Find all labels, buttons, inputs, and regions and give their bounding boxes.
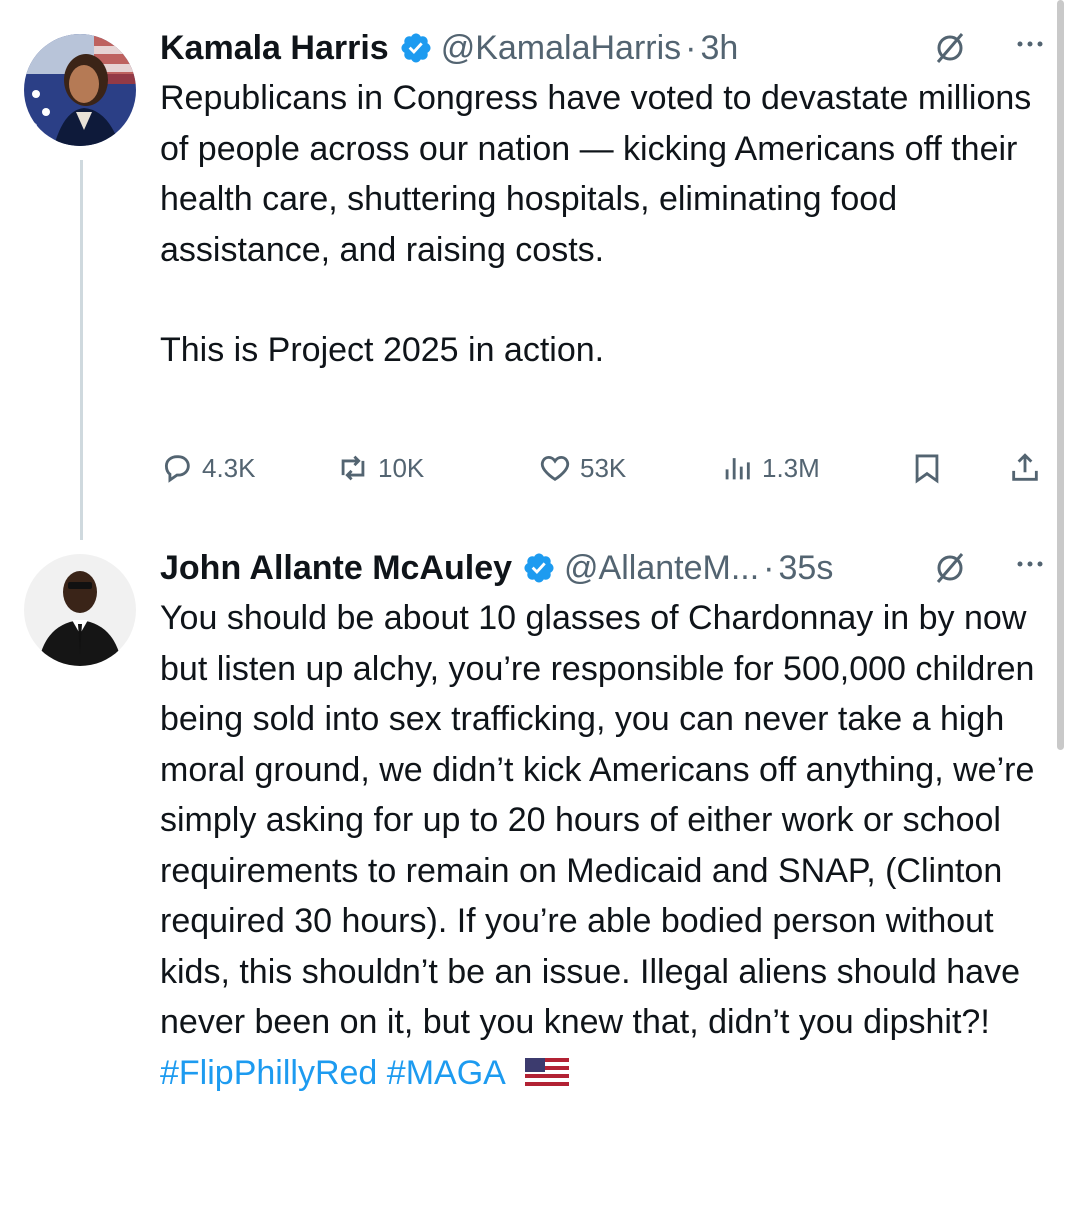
repost-count: 10K [378,452,425,483]
grok-icon[interactable] [930,28,970,68]
avatar-john-allante-mcauley[interactable] [24,554,136,666]
tweet-timestamp[interactable]: 35s [779,549,834,588]
tweet-action-bar: 4.3K 10K 53K 1.3M [160,448,1050,488]
thread-connector-line [80,160,83,540]
reply-count: 4.3K [202,452,256,483]
tweet-header: John Allante McAuley @AllanteM... · 35s [160,548,1050,588]
like-button[interactable]: 53K [538,448,626,488]
author-handle[interactable]: @AllanteM... [564,549,759,588]
avatar-kamala-harris[interactable] [24,34,136,146]
reply-icon [164,455,190,483]
hashtag-flipphillyred[interactable]: #FlipPhillyRed [160,1054,377,1092]
tweet-body: Republicans in Congress have voted to de… [160,73,1050,376]
tweet-timestamp[interactable]: 3h [700,29,738,68]
header-separator: · [763,548,775,587]
header-separator: · [685,28,697,67]
avatar-kamala-harris-image [24,34,136,146]
more-icon[interactable] [1010,28,1050,68]
bookmark-button[interactable] [910,448,952,488]
views-button[interactable]: 1.3M [720,448,820,488]
tweet-text: You should be about 10 glasses of Chardo… [160,599,1035,1041]
tweet-header: Kamala Harris @KamalaHarris · 3h [160,28,1050,68]
hashtag-maga[interactable]: #MAGA [387,1054,504,1092]
scrollbar[interactable] [1057,0,1064,750]
share-button[interactable] [1008,448,1050,488]
more-icon[interactable] [1010,548,1050,588]
tweet-paragraph: Republicans in Congress have voted to de… [160,79,1032,269]
like-icon [540,455,570,481]
views-icon [725,458,750,480]
share-icon [1012,453,1038,481]
like-count: 53K [580,452,627,483]
verified-badge-icon [399,31,433,65]
avatar-john-allante-mcauley-image [24,554,136,666]
author-name[interactable]: John Allante McAuley [160,549,512,588]
us-flag-icon [525,1050,570,1086]
author-name[interactable]: Kamala Harris [160,29,389,68]
author-handle[interactable]: @KamalaHarris [441,29,681,68]
verified-badge-icon [522,551,556,585]
tweet-paragraph: This is Project 2025 in action. [160,331,605,369]
reply-button[interactable]: 4.3K [160,448,256,488]
thread-screenshot: Kamala Harris @KamalaHarris · 3h Republi… [0,0,1080,1216]
repost-button[interactable]: 10K [336,448,424,488]
repost-icon [341,455,365,481]
tweet-body: You should be about 10 glasses of Chardo… [160,593,1050,1098]
grok-icon[interactable] [930,548,970,588]
views-count: 1.3M [762,452,820,483]
bookmark-icon [915,454,939,484]
